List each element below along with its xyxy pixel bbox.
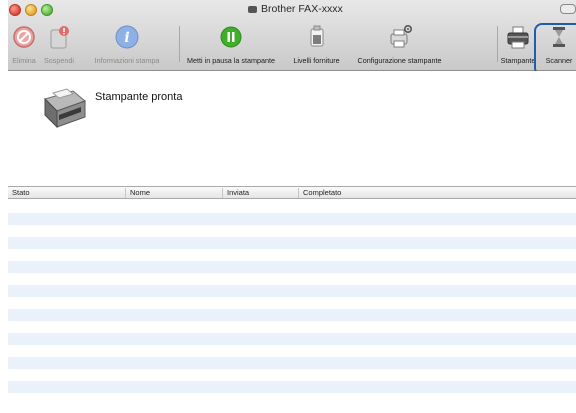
hold-button[interactable]: Sospendi <box>40 22 78 68</box>
delete-button[interactable]: Elimina <box>8 22 40 68</box>
delete-icon <box>13 26 35 48</box>
pause-printer-button[interactable]: Metti in pausa la stampante <box>180 22 282 68</box>
column-header-status[interactable]: Stato <box>8 188 125 198</box>
toolbar-toggle-button[interactable] <box>560 4 576 14</box>
close-window-button[interactable] <box>9 4 21 16</box>
job-info-button[interactable]: i Informazioni stampa <box>78 22 176 68</box>
window-title: Brother FAX-xxxx <box>261 3 343 15</box>
delete-label: Elimina <box>12 56 36 65</box>
printer-status-panel: Stampante pronta <box>8 71 576 185</box>
job-list[interactable] <box>8 199 576 413</box>
empty-row-stripe <box>8 333 576 345</box>
empty-row-stripe <box>8 309 576 321</box>
supply-levels-label: Livelli forniture <box>293 56 340 65</box>
minimize-window-button[interactable] <box>25 4 37 16</box>
empty-row-stripe <box>8 357 576 369</box>
pause-icon <box>220 26 242 48</box>
printer-setup-label: Configurazione stampante <box>357 56 442 65</box>
empty-row-stripe <box>8 213 576 225</box>
printer-settings-icon <box>390 24 412 48</box>
empty-row-stripe <box>8 381 576 393</box>
supply-levels-icon <box>310 25 323 47</box>
column-header-sent[interactable]: Inviata <box>222 188 298 198</box>
info-icon: i <box>115 25 139 49</box>
window-toolbar: Brother FAX-xxxx Elimina Sospendi i Info… <box>8 0 576 71</box>
empty-row-stripe <box>8 261 576 273</box>
empty-row-stripe <box>8 237 576 249</box>
column-header-name[interactable]: Nome <box>125 188 222 198</box>
printer-icon <box>507 26 529 49</box>
window-title-wrap: Brother FAX-xxxx <box>248 3 343 15</box>
empty-row-stripe <box>8 285 576 297</box>
job-info-label: Informazioni stampa <box>94 56 160 65</box>
supply-levels-button[interactable]: Livelli forniture <box>283 22 350 68</box>
zoom-window-button[interactable] <box>41 4 53 16</box>
hold-label: Sospendi <box>44 56 74 65</box>
pause-printer-label: Metti in pausa la stampante <box>187 56 275 65</box>
printer-status-text: Stampante pronta <box>95 91 183 103</box>
fax-machine-icon <box>44 88 86 129</box>
job-table-header: Stato Nome Inviata Completato <box>8 186 576 199</box>
printer-setup-button[interactable]: Configurazione stampante <box>350 22 449 68</box>
scanner-highlight-callout <box>534 23 576 76</box>
svg-text:i: i <box>124 30 129 46</box>
column-header-completed[interactable]: Completato <box>298 188 576 198</box>
hold-icon <box>50 26 69 49</box>
title-bar: Brother FAX-xxxx <box>8 0 576 20</box>
printer-title-icon <box>248 5 257 13</box>
